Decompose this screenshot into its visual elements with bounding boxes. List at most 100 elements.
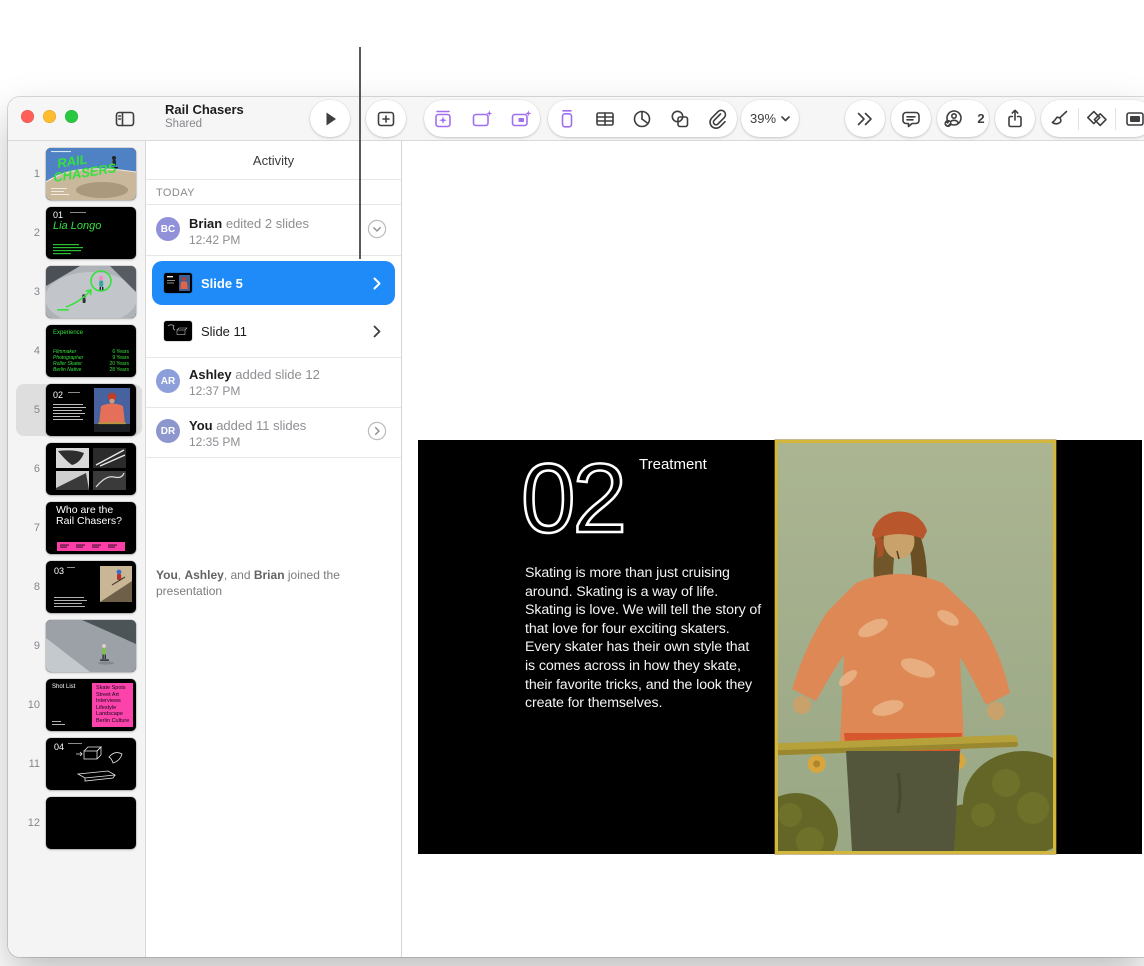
minimize-button[interactable] [43,110,56,123]
slide-thumbnail-row-8[interactable]: 8 03 [16,561,142,613]
slide-body-text[interactable]: Skating is more than just cruising aroun… [525,564,761,713]
animate-button[interactable] [1079,100,1116,137]
format-button[interactable] [1041,100,1078,137]
slide-number-label: 10 [27,699,40,711]
sparkle-layout-icon [511,109,532,126]
avatar: AR [156,369,180,393]
insert-tools-group [548,100,737,137]
shape-icon [671,110,689,127]
zoom-level-dropdown[interactable]: 39% [741,100,799,137]
text-box-button[interactable] [548,100,585,137]
activity-panel-title: Activity [252,153,295,168]
double-chevron-icon [857,112,872,125]
slide-thumbnail-row-2[interactable]: 2 01 Lia Longo [16,207,142,259]
play-icon [326,112,336,125]
expand-chevron-down-icon[interactable] [367,219,387,239]
skater-photo-selected[interactable] [775,440,1056,854]
inspector-group [1041,100,1144,137]
sparkle-slide-button[interactable] [463,100,500,137]
slide-5-mini-thumbnail [164,273,192,293]
sparkle-box-icon [435,110,452,127]
slide-7-thumbnail: Who are the Rail Chasers? [46,502,136,554]
zoom-chip: 39% [750,111,790,126]
media-button[interactable] [700,100,737,137]
text-box-icon [561,109,573,128]
chevron-right-icon [373,325,381,337]
activity-item-text: Brian edited 2 slides [189,216,309,231]
slide-3-thumbnail [46,266,136,318]
slide-9-thumbnail [46,620,136,672]
slide-number-label: 11 [28,758,40,770]
add-slide-icon [377,111,395,126]
activity-slide-5-row[interactable]: Slide 5 [152,261,395,305]
activity-panel: Activity TODAY BC Brian edited 2 slides … [146,141,402,957]
chart-button[interactable] [624,100,661,137]
slide-thumbnail-row-10[interactable]: 10 Shot List Skate Spots Street Art Inte… [16,679,142,731]
slide-10-thumbnail: Shot List Skate Spots Street Art Intervi… [46,679,136,731]
zoom-window-button[interactable] [65,110,78,123]
collaborator-count: 2 [977,111,985,126]
slide-thumbnail-row-7[interactable]: 7 Who are the Rail Chasers? [16,502,142,554]
slide-4-thumbnail: Experience Filmmaker 6 Years Photographer… [46,325,136,377]
slide-thumbnail-row-4[interactable]: 4 Experience Filmmaker 6 Years Photograph… [16,325,142,377]
activity-slide-11-row[interactable]: Slide 11 [152,309,395,353]
slide-thumbnail-row-6[interactable]: 6 [16,443,142,495]
divider [146,179,401,180]
divider [146,255,401,256]
slide-number-label: 9 [33,640,40,652]
toolbar: Rail Chasers Shared 39% 2 [8,97,1144,141]
callout-line [359,47,361,259]
document-button[interactable] [1116,100,1144,137]
share-button[interactable] [995,100,1035,137]
activity-item-time: 12:37 PM [189,384,241,398]
document-icon [1125,111,1144,126]
slide-thumbnail-row-3[interactable]: 3 [16,266,142,318]
play-button[interactable] [310,100,350,137]
table-button[interactable] [586,100,623,137]
collaborate-button[interactable]: 2 [937,100,989,137]
joined-presentation-note: You, Ashley, and Brian joined the presen… [156,568,340,598]
avatar: DR [156,419,180,443]
slide-12-thumbnail [46,797,136,849]
divider [146,457,401,458]
divider [146,204,401,205]
slide-number-label: 4 [33,345,40,357]
slide-5-thumbnail: 02 [46,384,136,436]
page-title: Rail Chasers [165,102,244,117]
today-section-label: TODAY [156,187,195,199]
slide-thumbnail-row-5-selected[interactable]: 5 02 [16,384,142,436]
slide-thumbnail-row-1[interactable]: 1 RAIL CHASERS [16,148,142,200]
format-paintbrush-icon [1051,110,1068,125]
expand-chevron-right-icon[interactable] [367,421,387,441]
slide-thumbnail-row-11[interactable]: 11 04 [16,738,142,790]
comment-button[interactable] [891,100,931,137]
activity-slide-label: Slide 11 [201,323,248,339]
slide-11-mini-thumbnail [164,321,192,341]
add-slide-button[interactable] [366,100,406,137]
close-button[interactable] [21,110,34,123]
slide-thumbnail-row-12[interactable]: 12 [16,797,142,849]
animate-diamond-icon [1086,110,1107,126]
avatar: BC [156,217,180,241]
more-toolbar-button[interactable] [845,100,885,137]
slide-number-label: 3 [33,286,40,298]
slide-2-thumbnail: 01 Lia Longo [46,207,136,259]
slide-thumbnail-row-9[interactable]: 9 [16,620,142,672]
sparkle-box-button[interactable] [425,100,462,137]
chart-icon [634,110,651,127]
sidebar-toggle-icon [115,111,135,127]
activity-item-time: 12:35 PM [189,435,241,449]
slide-number-label: 5 [33,404,40,416]
sparkle-layout-button[interactable] [502,100,539,137]
divider [146,357,401,358]
shape-button[interactable] [662,100,699,137]
magic-tools-group [424,100,540,137]
slide-number-text[interactable]: 02 [520,442,629,555]
slide-number-label: 12 [27,817,40,829]
sidebar-toggle-button[interactable] [108,99,142,139]
chevron-right-icon [373,277,381,289]
slide-section-label[interactable]: Treatment [639,456,707,473]
slide-canvas: 02 Treatment Skating is more than just c… [402,141,1144,957]
divider [146,407,401,408]
slide-number-label: 7 [33,522,40,534]
